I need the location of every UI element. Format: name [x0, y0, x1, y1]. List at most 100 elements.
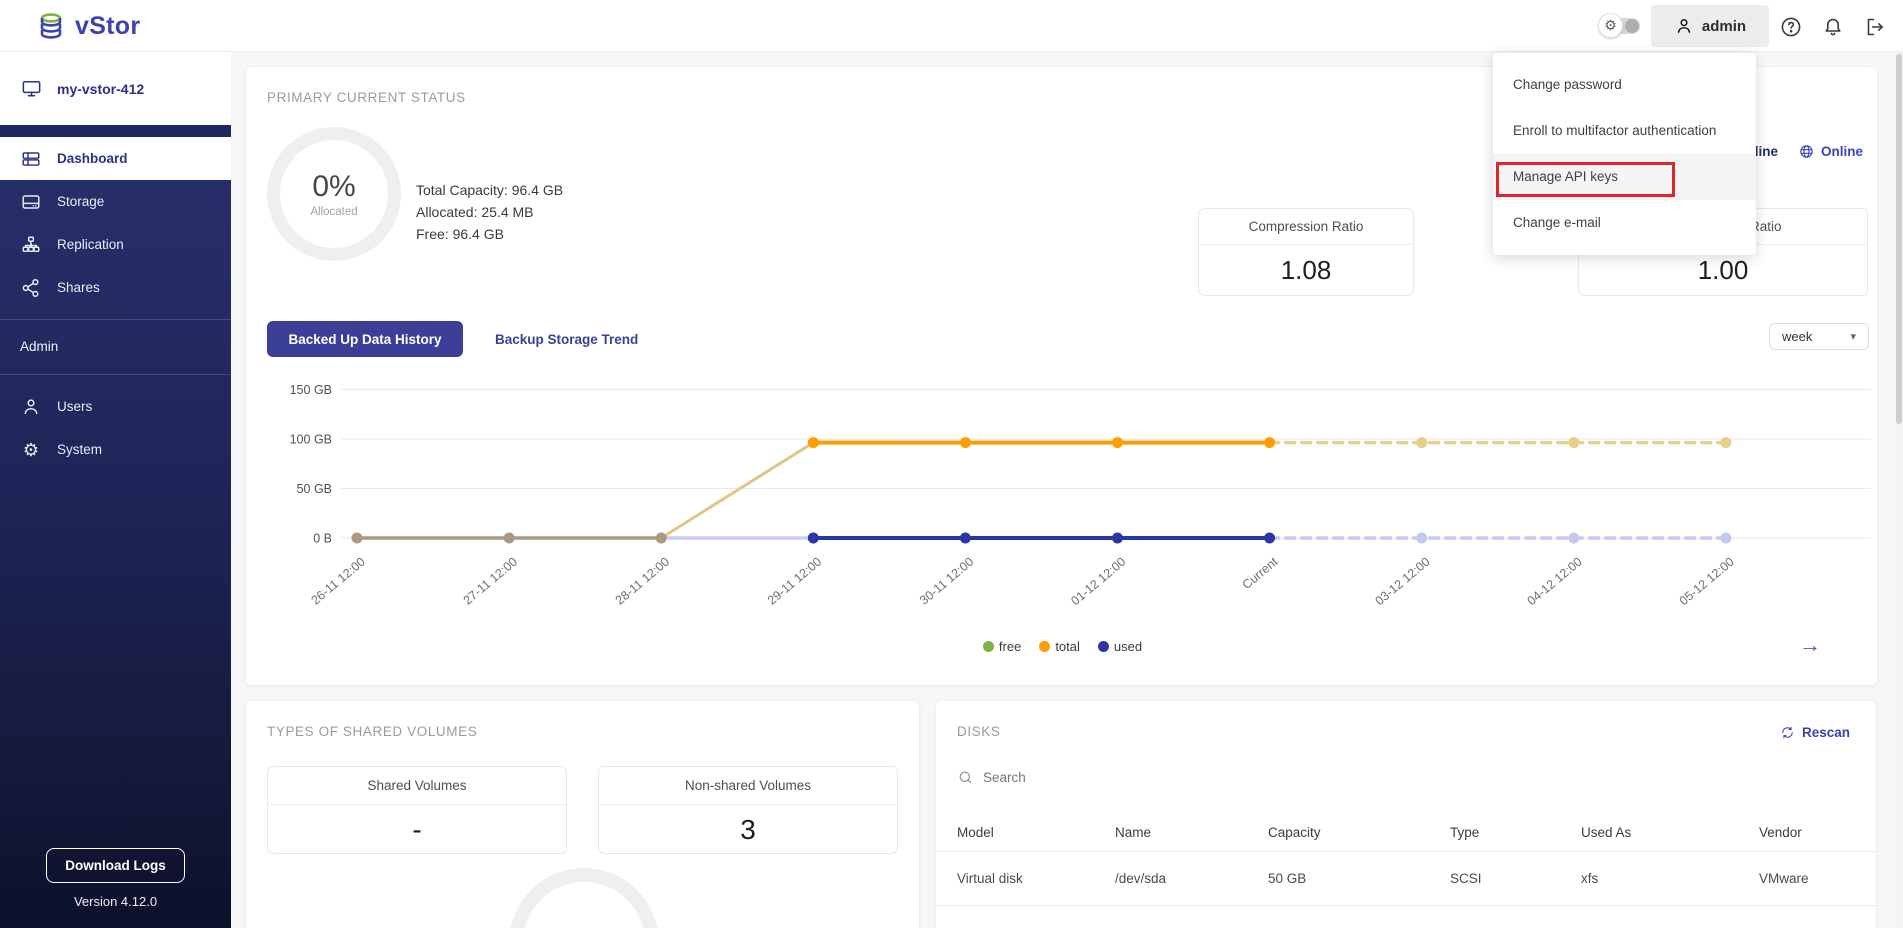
- scrollbar-thumb[interactable]: [1896, 54, 1902, 424]
- total-capacity: Total Capacity: 96.4 GB: [416, 179, 563, 201]
- legend-item-free[interactable]: free: [983, 639, 1021, 654]
- disk-capacity: 50 GB: [1268, 871, 1450, 886]
- allocation-label: Allocated: [310, 206, 357, 218]
- sidebar-divider: [0, 319, 231, 320]
- legend-dot: [1039, 641, 1050, 652]
- sidebar-item-shares[interactable]: Shares: [0, 266, 231, 309]
- disk-used-as: xfs: [1581, 871, 1759, 886]
- sidebar-item-label: Shares: [57, 280, 100, 295]
- tab-backed-up-data-history[interactable]: Backed Up Data History: [267, 321, 463, 357]
- svg-text:05-12 12:00: 05-12 12:00: [1677, 555, 1737, 609]
- sidebar-item-storage[interactable]: Storage: [0, 180, 231, 223]
- disk-row[interactable]: Virtual disk /dev/sda 50 GB SCSI xfs VMw…: [936, 851, 1878, 906]
- svg-text:28-11 12:00: 28-11 12:00: [613, 555, 672, 608]
- non-shared-volumes-label: Non-shared Volumes: [599, 767, 897, 805]
- user-icon: [1674, 16, 1694, 36]
- legend-item-total[interactable]: total: [1039, 639, 1080, 654]
- svg-text:100 GB: 100 GB: [290, 433, 332, 447]
- sidebar-item-users[interactable]: Users: [0, 385, 231, 428]
- col-capacity: Capacity: [1268, 825, 1450, 840]
- disk-vendor: VMware: [1759, 871, 1857, 886]
- users-icon: [20, 396, 42, 418]
- sidebar-item-label: Users: [57, 399, 92, 414]
- disks-title: DISKS: [957, 724, 1001, 739]
- tab-backup-storage-trend[interactable]: Backup Storage Trend: [479, 321, 654, 357]
- svg-text:150 GB: 150 GB: [290, 383, 332, 397]
- disks-table-header: Model Name Capacity Type Used As Vendor: [936, 813, 1878, 851]
- svg-text:27-11 12:00: 27-11 12:00: [461, 555, 520, 608]
- svg-text:50 GB: 50 GB: [297, 482, 332, 496]
- logout-icon: [1863, 15, 1887, 39]
- menu-item-change-email[interactable]: Change e-mail: [1493, 200, 1756, 246]
- time-range-select[interactable]: week ▾: [1769, 323, 1869, 350]
- version-label: Version 4.12.0: [0, 894, 231, 909]
- legend-item-used[interactable]: used: [1098, 639, 1142, 654]
- svg-text:30-11 12:00: 30-11 12:00: [917, 555, 976, 608]
- user-menu-button[interactable]: admin: [1651, 5, 1769, 47]
- user-menu: Change password Enroll to multifactor au…: [1493, 53, 1756, 255]
- chart-legend: free total used: [246, 639, 1879, 654]
- replication-tree-icon: [20, 234, 42, 256]
- monitor-icon: [20, 77, 43, 100]
- legend-label: free: [999, 639, 1021, 654]
- toggle-thumb: [1625, 19, 1639, 33]
- brand-name: vStor: [75, 12, 140, 41]
- allocation-donut: 0% Allocated: [267, 127, 401, 261]
- svg-text:0 B: 0 B: [313, 532, 332, 546]
- vstor-dashboard: vStor ⚙ admin: [0, 0, 1903, 928]
- help-button[interactable]: [1779, 15, 1803, 39]
- refresh-icon: [1780, 725, 1795, 740]
- sidebar-item-label: System: [57, 442, 102, 457]
- menu-item-manage-api-keys[interactable]: Manage API keys: [1493, 154, 1756, 200]
- globe-icon: [1798, 143, 1815, 160]
- compression-ratio-label: Compression Ratio: [1199, 209, 1413, 245]
- compression-ratio-card: Compression Ratio 1.08: [1198, 208, 1414, 296]
- notifications-button[interactable]: [1821, 15, 1845, 39]
- menu-item-change-password[interactable]: Change password: [1493, 62, 1756, 108]
- sidebar-item-label: Dashboard: [57, 151, 128, 166]
- sidebar-item-replication[interactable]: Replication: [0, 223, 231, 266]
- disk-name: /dev/sda: [1115, 871, 1268, 886]
- compression-ratio-value: 1.08: [1199, 245, 1413, 296]
- capacity-stats: Total Capacity: 96.4 GB Allocated: 25.4 …: [416, 179, 563, 245]
- theme-toggle[interactable]: ⚙: [1598, 16, 1640, 36]
- free: Free: 96.4 GB: [416, 223, 563, 245]
- legend-label: used: [1114, 639, 1142, 654]
- shared-volumes-title: TYPES OF SHARED VOLUMES: [267, 724, 477, 739]
- svg-text:29-11 12:00: 29-11 12:00: [765, 555, 824, 608]
- logout-button[interactable]: [1863, 15, 1887, 39]
- vstor-logo[interactable]: vStor: [36, 11, 140, 41]
- chart-next-arrow[interactable]: →: [1799, 632, 1821, 658]
- non-shared-volumes-value: 3: [599, 805, 897, 854]
- top-bar: vStor ⚙ admin: [0, 0, 1903, 52]
- sidebar: my-vstor-412 Dashboard Storage Replicati…: [0, 52, 231, 928]
- download-logs-button[interactable]: Download Logs: [46, 848, 185, 883]
- node-name: my-vstor-412: [57, 81, 144, 97]
- node-selector[interactable]: my-vstor-412: [0, 52, 231, 125]
- sidebar-item-system[interactable]: ⚙ System: [0, 428, 231, 471]
- time-range-value: week: [1782, 329, 1812, 344]
- disks-search-input[interactable]: Search: [957, 769, 1026, 786]
- backup-history-chart: 150 GB 100 GB 50 GB 0 B 26-11 12:00 27-11 12:…: [246, 377, 1879, 629]
- sidebar-item-label: Replication: [57, 237, 124, 252]
- svg-text:Current: Current: [1240, 554, 1281, 592]
- database-stack-icon: [36, 11, 66, 41]
- col-name: Name: [1115, 825, 1268, 840]
- sidebar-item-dashboard[interactable]: Dashboard: [0, 137, 231, 180]
- disk-type: SCSI: [1450, 871, 1581, 886]
- sidebar-divider: [0, 374, 231, 375]
- allocation-percent: 0%: [312, 170, 355, 204]
- disks-card: DISKS Rescan Search Model Name Capacity …: [935, 700, 1877, 928]
- gear-icon: ⚙: [1598, 13, 1623, 38]
- menu-item-enroll-mfa[interactable]: Enroll to multifactor authentication: [1493, 108, 1756, 154]
- bell-icon: [1821, 15, 1845, 39]
- page-scrollbar[interactable]: [1895, 52, 1903, 928]
- shared-volumes-value: -: [268, 805, 566, 854]
- rescan-button[interactable]: Rescan: [1780, 725, 1850, 740]
- non-shared-volumes-stat: Non-shared Volumes 3: [598, 766, 898, 854]
- help-icon: [1779, 15, 1803, 39]
- storage-icon: [20, 191, 42, 213]
- volume-types-donut: 0: [509, 868, 659, 928]
- col-used-as: Used As: [1581, 825, 1759, 840]
- svg-text:26-11 12:00: 26-11 12:00: [309, 555, 368, 608]
